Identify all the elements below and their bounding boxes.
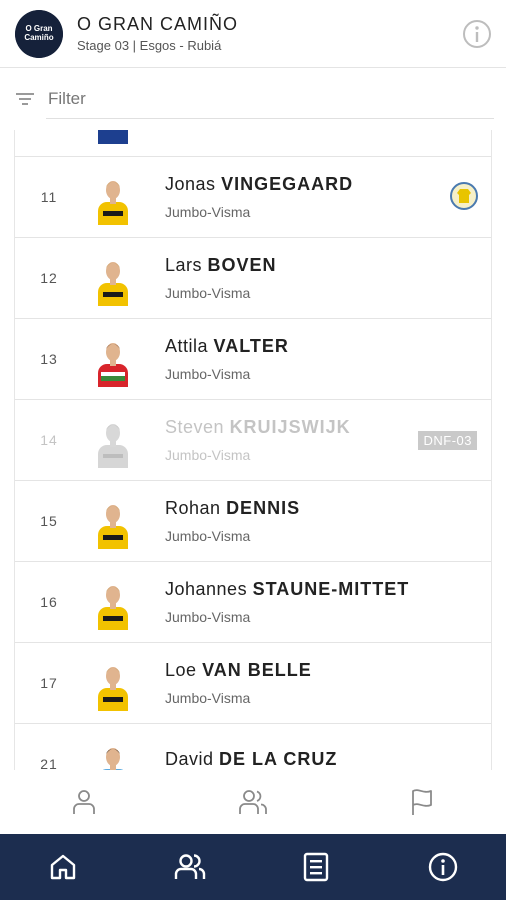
rider-first-name: David: [165, 749, 214, 769]
rider-avatar: [83, 130, 143, 146]
rider-info: David DE LA CRUZ: [165, 749, 491, 770]
nav-teams[interactable]: [127, 834, 254, 900]
rider-avatar: [83, 248, 143, 308]
rider-avatar: [83, 734, 143, 770]
svg-text:Camiño: Camiño: [24, 33, 53, 42]
tab-rider[interactable]: [0, 770, 169, 834]
rider-info: Rohan DENNIS Jumbo-Visma: [165, 498, 491, 544]
rider-rank: 11: [40, 189, 58, 205]
rider-first-name: Lars: [165, 255, 203, 275]
filter-input[interactable]: [46, 79, 494, 119]
flag-icon: [411, 789, 432, 815]
rider-rank: 12: [40, 270, 58, 286]
rider-avatar: [83, 410, 143, 470]
rider-name: David DE LA CRUZ: [165, 749, 491, 770]
rider-rank: 15: [40, 513, 58, 529]
rider-row[interactable]: 15 Rohan DENNIS Jumbo-Visma: [15, 481, 491, 562]
home-icon: [51, 854, 76, 880]
rider-row[interactable]: 14 Steven KRUIJSWIJK Jumbo-Visma DNF-03: [15, 400, 491, 481]
nav-info[interactable]: [380, 834, 506, 900]
rider-name: Jonas VINGEGAARD: [165, 174, 491, 195]
rider-rank: 14: [40, 432, 58, 448]
rider-rank: 17: [40, 675, 58, 691]
rider-row[interactable]: 17 Loe VAN BELLE Jumbo-Visma: [15, 643, 491, 724]
rider-rank: 13: [40, 351, 58, 367]
rider-avatar: [83, 329, 143, 389]
rider-team: Jumbo-Visma: [165, 690, 251, 706]
teams-icon: [174, 854, 205, 879]
document-icon: [304, 852, 329, 882]
rider-row[interactable]: 13 Attila VALTER Jumbo-Visma: [15, 319, 491, 400]
rider-info: Lars BOVEN Jumbo-Visma: [165, 255, 491, 301]
rider-last-name: VAN BELLE: [202, 660, 312, 680]
rider-row[interactable]: Movistar Team: [15, 130, 491, 157]
rider-last-name: DE LA CRUZ: [219, 749, 338, 769]
person-icon: [73, 790, 96, 814]
rider-team: Jumbo-Visma: [165, 609, 251, 625]
nav-results[interactable]: [253, 834, 380, 900]
rider-info: Attila VALTER Jumbo-Visma: [165, 336, 491, 382]
rider-team: Jumbo-Visma: [165, 204, 251, 220]
filter-icon: [16, 93, 34, 105]
rider-name: Loe VAN BELLE: [165, 660, 491, 681]
rider-last-name: VINGEGAARD: [221, 174, 354, 194]
rider-info: Loe VAN BELLE Jumbo-Visma: [165, 660, 491, 706]
info-icon: [463, 19, 491, 48]
race-title: O GRAN CAMIÑO: [77, 14, 239, 34]
rider-team: Jumbo-Visma: [165, 528, 251, 544]
rider-row[interactable]: 16 Johannes STAUNE-MITTET Jumbo-Visma: [15, 562, 491, 643]
info-button[interactable]: [461, 18, 493, 50]
rider-first-name: Steven: [165, 417, 225, 437]
rider-first-name: Attila: [165, 336, 209, 356]
header-titles: O GRAN CAMIÑO Stage 03 | Esgos - Rubiá: [77, 14, 461, 53]
filter-bar: [0, 68, 506, 130]
rider-first-name: Rohan: [165, 498, 221, 518]
info-icon: [428, 852, 457, 882]
rider-row[interactable]: 12 Lars BOVEN Jumbo-Visma: [15, 238, 491, 319]
rider-last-name: BOVEN: [207, 255, 277, 275]
rider-row[interactable]: 21 David DE LA CRUZ: [15, 724, 491, 770]
rider-rank: 16: [40, 594, 58, 610]
rider-avatar: [83, 653, 143, 713]
rider-name: Johannes STAUNE-MITTET: [165, 579, 491, 600]
rider-list[interactable]: Movistar Team 11 Jonas VINGEGAARD Jumbo-Vis…: [14, 130, 492, 770]
rider-name: Rohan DENNIS: [165, 498, 491, 519]
rider-info: Johannes STAUNE-MITTET Jumbo-Visma: [165, 579, 491, 625]
rider-team: Jumbo-Visma: [165, 366, 251, 382]
rider-avatar: [83, 167, 143, 227]
rider-first-name: Johannes: [165, 579, 248, 599]
nav-home[interactable]: [0, 834, 127, 900]
rider-info: Jonas VINGEGAARD Jumbo-Visma: [165, 174, 491, 220]
stage-subtitle: Stage 03 | Esgos - Rubiá: [77, 38, 222, 53]
tab-teams[interactable]: [169, 770, 338, 834]
rider-last-name: KRUIJSWIJK: [229, 417, 351, 437]
svg-text:O Gran: O Gran: [25, 24, 52, 33]
rider-first-name: Jonas: [165, 174, 216, 194]
rider-last-name: STAUNE-MITTET: [252, 579, 410, 599]
rider-last-name: VALTER: [213, 336, 289, 356]
rider-row[interactable]: 11 Jonas VINGEGAARD Jumbo-Visma: [15, 157, 491, 238]
rider-first-name: Loe: [165, 660, 197, 680]
app-header: O Gran Camiño O GRAN CAMIÑO Stage 03 | E…: [0, 0, 506, 68]
leader-jersey-icon: [449, 181, 479, 211]
rider-last-name: DENNIS: [226, 498, 301, 518]
rider-avatar: [83, 572, 143, 632]
rider-name: Lars BOVEN: [165, 255, 491, 276]
bottom-navigation: [0, 834, 506, 900]
people-icon: [239, 790, 267, 814]
dnf-badge: DNF-03: [418, 431, 477, 450]
rider-team: Jumbo-Visma: [165, 285, 251, 301]
rider-name: Attila VALTER: [165, 336, 491, 357]
tab-stage[interactable]: [337, 770, 506, 834]
rider-rank: 21: [40, 756, 58, 770]
rider-avatar: [83, 491, 143, 551]
race-logo: O Gran Camiño: [15, 9, 63, 58]
view-tabs: [0, 770, 506, 834]
